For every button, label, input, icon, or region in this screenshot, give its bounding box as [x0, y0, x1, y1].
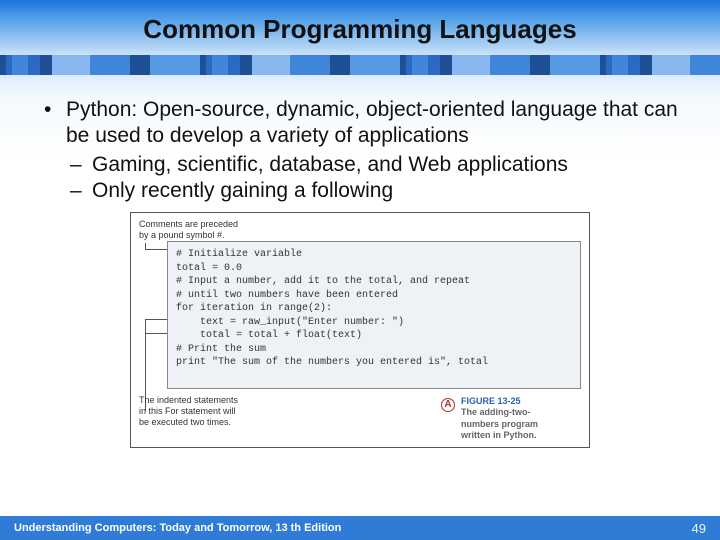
figure-wrap: Comments are preceded by a pound symbol … [36, 212, 684, 448]
figure-desc-l1: The adding-two- [461, 407, 581, 418]
bullet-sub-2: Only recently gaining a following [36, 178, 684, 204]
leader-line [145, 249, 167, 250]
accent-bar [0, 55, 720, 75]
callout-comments-l1: Comments are preceded [139, 219, 259, 230]
code-line: # Initialize variable [176, 248, 572, 262]
figure-caption: FIGURE 13-25 The adding-two- numbers pro… [461, 396, 581, 441]
callout-indented-l3: be executed two times. [139, 417, 269, 428]
figure-desc-l2: numbers program [461, 419, 581, 430]
figure-desc-l3: written in Python. [461, 430, 581, 441]
callout-comments: Comments are preceded by a pound symbol … [139, 219, 259, 241]
slide: Common Programming Languages Python: Ope… [0, 0, 720, 540]
leader-line [145, 333, 167, 334]
figure: Comments are preceded by a pound symbol … [130, 212, 590, 448]
code-line: # Print the sum [176, 343, 572, 357]
title-wrap: Common Programming Languages [0, 0, 720, 45]
code-line: text = raw_input("Enter number: ") [176, 316, 572, 330]
code-line: for iteration in range(2): [176, 302, 572, 316]
leader-line [145, 319, 167, 320]
callout-indented: The indented statements in this For stat… [139, 395, 269, 427]
animation-icon: A [441, 398, 455, 412]
code-line: total = total + float(text) [176, 329, 572, 343]
footer-book-title: Understanding Computers: Today and Tomor… [14, 522, 341, 534]
callout-comments-l2: by a pound symbol #. [139, 230, 259, 241]
code-line: total = 0.0 [176, 262, 572, 276]
bullet-main: Python: Open-source, dynamic, object-ori… [36, 97, 684, 150]
slide-title: Common Programming Languages [0, 14, 720, 45]
content-area: Python: Open-source, dynamic, object-ori… [0, 75, 720, 448]
code-line: # until two numbers have been entered [176, 289, 572, 303]
callout-indented-l2: in this For statement will [139, 406, 269, 417]
code-box: # Initialize variable total = 0.0 # Inpu… [167, 241, 581, 389]
footer-bar: Understanding Computers: Today and Tomor… [0, 516, 720, 540]
code-line: print "The sum of the numbers you entere… [176, 356, 572, 370]
footer-page-number: 49 [692, 521, 706, 536]
figure-number: FIGURE 13-25 [461, 396, 581, 407]
callout-indented-l1: The indented statements [139, 395, 269, 406]
figure-label: A FIGURE 13-25 The adding-two- numbers p… [441, 396, 581, 441]
bullet-sub-1: Gaming, scientific, database, and Web ap… [36, 152, 684, 178]
code-line: # Input a number, add it to the total, a… [176, 275, 572, 289]
